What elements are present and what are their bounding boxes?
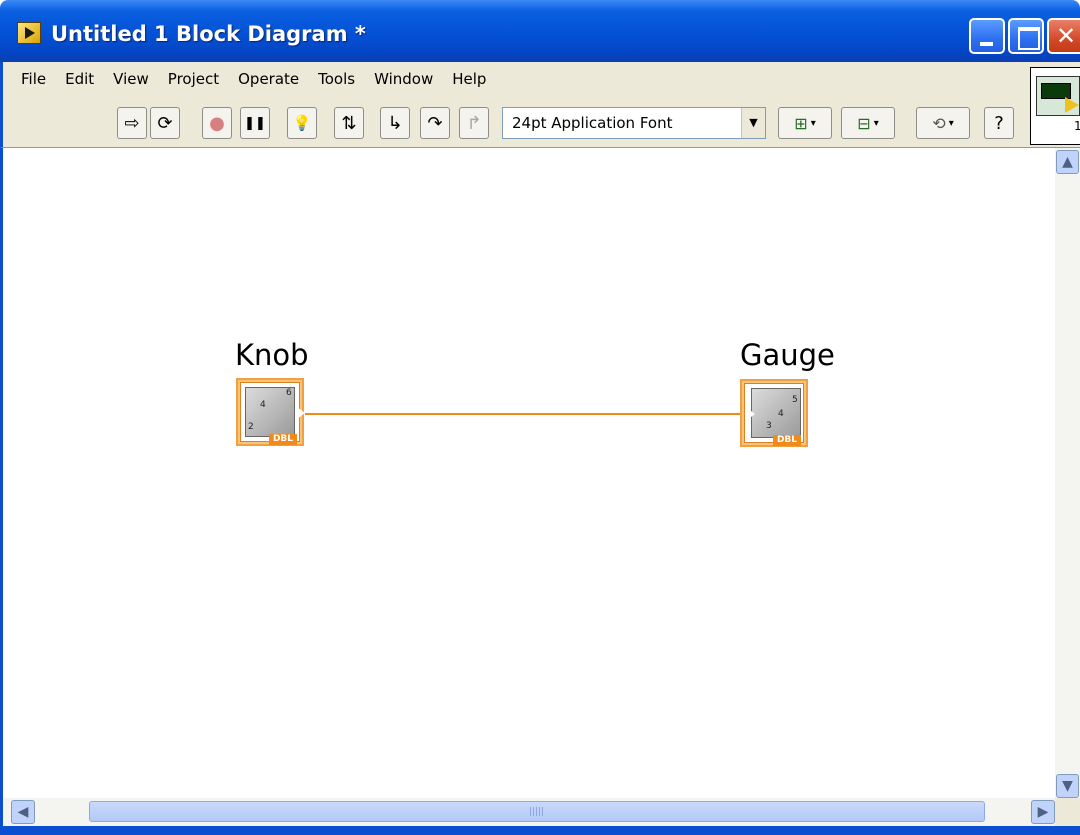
menu-window[interactable]: Window [374, 67, 433, 91]
context-help-icon[interactable]: ? [984, 107, 1014, 139]
type-badge: DBL [269, 434, 297, 445]
vertical-scrollbar[interactable]: ▲ ▼ [1055, 148, 1080, 798]
step-into-icon[interactable]: ↳ [380, 107, 410, 139]
scroll-up-icon[interactable]: ▲ [1056, 150, 1079, 174]
input-terminal-arrow-icon [747, 408, 755, 420]
block-diagram-canvas[interactable]: Knob 2 4 6 DBL Gauge 3 4 5 DBL [0, 148, 1055, 798]
gauge-terminal[interactable]: 3 4 5 DBL [740, 379, 808, 447]
menu-view[interactable]: View [113, 67, 149, 91]
knob-label[interactable]: Knob [235, 338, 309, 372]
vi-icon [1036, 76, 1080, 116]
run-icon[interactable]: ⇨ [117, 107, 147, 139]
align-objects-dropdown[interactable]: ⊞ ▾ [778, 107, 832, 139]
horizontal-scrollbar[interactable]: ◀ ▶ [0, 798, 1055, 826]
chevron-down-icon: ▾ [810, 117, 816, 129]
knob-terminal[interactable]: 2 4 6 DBL [236, 378, 305, 446]
labview-app-icon[interactable] [17, 22, 41, 44]
align-objects-icon: ⊞ [794, 113, 808, 133]
font-selector-value: 24pt Application Font [512, 114, 673, 132]
pause-icon[interactable]: ❚❚ [240, 107, 270, 139]
gauge-label[interactable]: Gauge [740, 338, 835, 372]
type-badge: DBL [773, 435, 801, 446]
resize-grip[interactable] [1055, 798, 1080, 826]
menu-file[interactable]: File [21, 67, 46, 91]
scroll-down-icon[interactable]: ▼ [1056, 774, 1079, 798]
reorder-icon: ⟲ [932, 113, 946, 133]
highlight-execution-icon[interactable]: 💡 [287, 107, 317, 139]
step-over-icon[interactable]: ↷ [420, 107, 450, 139]
chevron-down-icon: ▼ [741, 108, 765, 138]
scroll-left-icon[interactable]: ◀ [11, 800, 35, 824]
window-title: Untitled 1 Block Diagram * [51, 22, 366, 46]
title-bar[interactable]: Untitled 1 Block Diagram * [0, 0, 1080, 62]
numeric-wire[interactable] [305, 413, 742, 415]
gauge-icon: 3 4 5 [751, 388, 801, 438]
distribute-objects-dropdown[interactable]: ⊟ ▾ [841, 107, 895, 139]
step-out-icon: ↱ [459, 107, 489, 139]
menu-tools[interactable]: Tools [318, 67, 355, 91]
window-chrome: File Edit View Project Operate Tools Win… [0, 62, 1080, 148]
scroll-right-icon[interactable]: ▶ [1031, 800, 1055, 824]
close-button[interactable] [1047, 18, 1080, 54]
retain-wire-values-icon[interactable]: ⇅ [334, 107, 364, 139]
menu-bar: File Edit View Project Operate Tools Win… [21, 67, 505, 91]
minimize-button[interactable] [969, 18, 1005, 54]
chevron-down-icon: ▾ [873, 117, 879, 129]
connector-pane-number: 1 [1074, 119, 1080, 133]
text-settings-dropdown[interactable]: 24pt Application Font ▼ [502, 107, 766, 139]
menu-edit[interactable]: Edit [65, 67, 94, 91]
toolbar: ⇨ ⟳ ● ❚❚ 💡 ⇅ ↳ ↷ ↱ 24pt Application Font… [3, 107, 1033, 141]
distribute-objects-icon: ⊟ [857, 113, 871, 133]
menu-operate[interactable]: Operate [238, 67, 299, 91]
grip-icon [530, 807, 544, 816]
window-bottom-border [0, 826, 1080, 835]
chevron-down-icon: ▾ [948, 117, 954, 129]
maximize-button[interactable] [1008, 18, 1044, 54]
abort-execution-icon[interactable]: ● [202, 107, 232, 139]
run-continuously-icon[interactable]: ⟳ [150, 107, 180, 139]
horizontal-scroll-thumb[interactable] [89, 801, 985, 822]
vi-icon-connector-pane[interactable]: 1 [1030, 67, 1080, 145]
menu-project[interactable]: Project [168, 67, 219, 91]
output-terminal-arrow-icon [297, 407, 305, 419]
menu-help[interactable]: Help [452, 67, 486, 91]
knob-icon: 2 4 6 [245, 387, 295, 437]
reorder-dropdown[interactable]: ⟲ ▾ [916, 107, 970, 139]
